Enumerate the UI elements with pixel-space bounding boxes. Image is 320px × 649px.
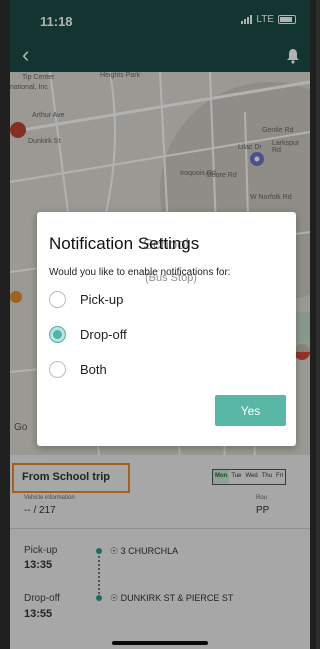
option-dropoff[interactable]: Drop-off xyxy=(49,326,127,343)
option-both[interactable]: Both xyxy=(49,361,107,378)
option-pickup-label: Pick-up xyxy=(80,292,124,307)
dialog-title: Notification Settings xyxy=(49,234,200,253)
option-dropoff-label: Drop-off xyxy=(80,327,127,342)
radio-pickup[interactable] xyxy=(49,291,66,308)
radio-dropoff[interactable] xyxy=(49,326,66,343)
yes-button[interactable]: Yes xyxy=(215,395,286,426)
option-both-label: Both xyxy=(80,362,107,377)
radio-both[interactable] xyxy=(49,361,66,378)
option-pickup[interactable]: Pick-up xyxy=(49,291,123,308)
notification-settings-dialog: School Notification Settings (Bus Stop) … xyxy=(37,212,296,446)
dialog-message: Would you like to enable notifications f… xyxy=(49,267,231,278)
